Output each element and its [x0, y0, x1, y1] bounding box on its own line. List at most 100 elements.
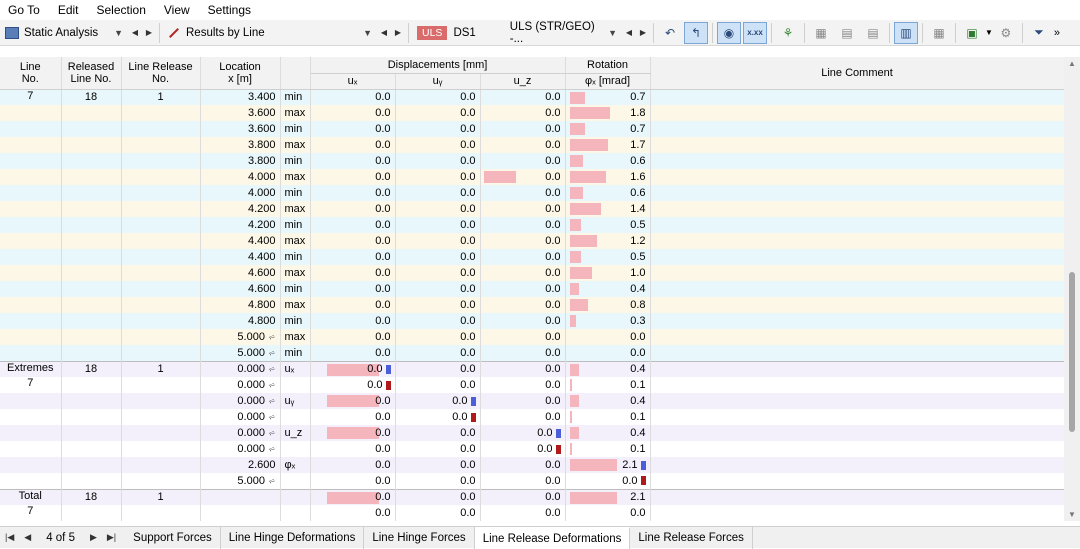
- extremes-label-cell[interactable]: [0, 457, 62, 473]
- ux-cell[interactable]: 0.0: [310, 201, 396, 217]
- ux-cell[interactable]: 0.0: [310, 313, 396, 329]
- uy-cell[interactable]: 0.0: [395, 329, 481, 345]
- comment-cell[interactable]: [650, 281, 1064, 297]
- phix-cell[interactable]: 1.4: [565, 201, 651, 217]
- type-cell[interactable]: [280, 488, 311, 505]
- uz-cell[interactable]: 0.0: [480, 393, 566, 409]
- previous-icon[interactable]: ◀: [622, 23, 636, 43]
- type-cell[interactable]: max: [280, 201, 311, 217]
- header-released-line-no[interactable]: Released Line No.: [61, 57, 122, 90]
- extremes-label-cell[interactable]: [0, 409, 62, 425]
- line-no-cell[interactable]: [0, 329, 62, 345]
- ux-cell[interactable]: 0.0: [310, 329, 396, 345]
- location-cell[interactable]: 0.000 ⩫: [200, 360, 281, 377]
- uy-cell[interactable]: 0.0: [395, 121, 481, 137]
- released-line-cell[interactable]: [61, 185, 122, 201]
- header-uy[interactable]: uᵧ: [395, 73, 481, 90]
- uz-cell[interactable]: 0.0: [480, 121, 566, 137]
- table-row[interactable]: 3.800 min 0.0 0.0 0.0 0.6: [0, 153, 1064, 169]
- next-icon[interactable]: ▶: [391, 23, 405, 43]
- line-release-cell[interactable]: [121, 169, 201, 185]
- uy-cell[interactable]: 0.0: [395, 265, 481, 281]
- line-no-cell[interactable]: [0, 313, 62, 329]
- comment-cell[interactable]: [650, 409, 1064, 425]
- uy-cell[interactable]: 0.0: [395, 201, 481, 217]
- extremes-label-cell[interactable]: [0, 393, 62, 409]
- released-line-cell[interactable]: 18: [61, 488, 122, 505]
- table-row[interactable]: 2.600 φₓ 0.0 0.0 0.0 2.1: [0, 457, 1064, 473]
- phix-cell[interactable]: 0.5: [565, 217, 651, 233]
- uy-cell[interactable]: 0.0: [395, 105, 481, 121]
- phix-cell[interactable]: 1.7: [565, 137, 651, 153]
- line-no-cell[interactable]: [0, 121, 62, 137]
- phix-cell[interactable]: 0.0: [565, 345, 651, 361]
- location-cell[interactable]: 0.000 ⩫: [200, 409, 281, 425]
- comment-cell[interactable]: [650, 249, 1064, 265]
- extremes-label-cell[interactable]: 7: [0, 377, 62, 393]
- table-row[interactable]: 7 0.000 ⩫ 0.0 0.0 0.0 0.1: [0, 377, 1064, 393]
- ux-cell[interactable]: 0.0: [310, 121, 396, 137]
- uy-cell[interactable]: 0.0: [395, 153, 481, 169]
- load-case-select[interactable]: ULS DS1 ULS (STR/GEO) -... ▼: [412, 21, 622, 45]
- comment-cell[interactable]: [650, 265, 1064, 281]
- uz-cell[interactable]: 0.0: [480, 201, 566, 217]
- uy-cell[interactable]: 0.0: [395, 89, 481, 105]
- location-cell[interactable]: 4.600: [200, 281, 281, 297]
- menu-selection[interactable]: Selection: [97, 3, 146, 17]
- total-label-cell[interactable]: Total: [0, 488, 62, 505]
- results-type-select[interactable]: Results by Line ▼: [163, 23, 377, 43]
- comment-cell[interactable]: [650, 233, 1064, 249]
- phix-cell[interactable]: 0.0: [565, 329, 651, 345]
- columns-icon[interactable]: ▦: [927, 22, 951, 44]
- uz-cell[interactable]: 0.0: [480, 89, 566, 105]
- table-row[interactable]: 4.800 min 0.0 0.0 0.0 0.3: [0, 313, 1064, 329]
- comment-cell[interactable]: [650, 393, 1064, 409]
- select-arrow-icon[interactable]: ↰: [684, 21, 708, 44]
- type-cell[interactable]: max: [280, 265, 311, 281]
- released-line-cell[interactable]: 18: [61, 89, 122, 105]
- line-release-cell[interactable]: 1: [121, 488, 201, 505]
- table-import-icon[interactable]: ▤: [861, 22, 885, 44]
- line-release-cell[interactable]: [121, 345, 201, 361]
- uz-cell[interactable]: 0.0: [480, 409, 566, 425]
- previous-icon[interactable]: ◀: [128, 23, 142, 43]
- location-cell[interactable]: 2.600: [200, 457, 281, 473]
- uz-cell[interactable]: 0.0: [480, 217, 566, 233]
- uy-cell[interactable]: 0.0: [395, 409, 481, 425]
- uy-cell[interactable]: 0.0: [395, 137, 481, 153]
- filter-icon[interactable]: ⏷: [1027, 22, 1051, 44]
- uz-cell[interactable]: 0.0: [480, 505, 566, 521]
- table-row[interactable]: 4.600 min 0.0 0.0 0.0 0.4: [0, 281, 1064, 297]
- uy-cell[interactable]: 0.0: [395, 185, 481, 201]
- comment-cell[interactable]: [650, 121, 1064, 137]
- line-release-cell[interactable]: 1: [121, 89, 201, 105]
- type-cell[interactable]: min: [280, 89, 311, 105]
- ux-cell[interactable]: 0.0: [310, 265, 396, 281]
- table-row[interactable]: 5.000 ⩫ min 0.0 0.0 0.0 0.0: [0, 345, 1064, 361]
- total-label-cell[interactable]: 7: [0, 505, 62, 521]
- line-release-cell[interactable]: [121, 297, 201, 313]
- comment-cell[interactable]: [650, 345, 1064, 361]
- undo-arrow-icon[interactable]: ↶: [658, 22, 682, 44]
- location-cell[interactable]: 4.600: [200, 265, 281, 281]
- bar-chart-icon[interactable]: ▥: [894, 21, 918, 44]
- uz-cell[interactable]: 0.0: [480, 377, 566, 393]
- released-line-cell[interactable]: [61, 345, 122, 361]
- sheet-tab[interactable]: Line Release Deformations: [474, 526, 631, 549]
- ux-cell[interactable]: 0.0: [310, 297, 396, 313]
- phix-cell[interactable]: 0.4: [565, 281, 651, 297]
- ux-cell[interactable]: 0.0: [310, 457, 396, 473]
- comment-cell[interactable]: [650, 488, 1064, 505]
- released-line-cell[interactable]: [61, 137, 122, 153]
- uy-cell[interactable]: 0.0: [395, 393, 481, 409]
- line-no-cell[interactable]: [0, 185, 62, 201]
- line-no-cell[interactable]: [0, 249, 62, 265]
- uz-cell[interactable]: 0.0: [480, 329, 566, 345]
- line-release-cell[interactable]: [121, 393, 201, 409]
- line-release-cell[interactable]: [121, 505, 201, 521]
- phix-cell[interactable]: 1.0: [565, 265, 651, 281]
- line-release-cell[interactable]: [121, 377, 201, 393]
- released-line-cell[interactable]: 18: [61, 360, 122, 377]
- next-icon[interactable]: ▶: [142, 23, 156, 43]
- type-cell[interactable]: max: [280, 169, 311, 185]
